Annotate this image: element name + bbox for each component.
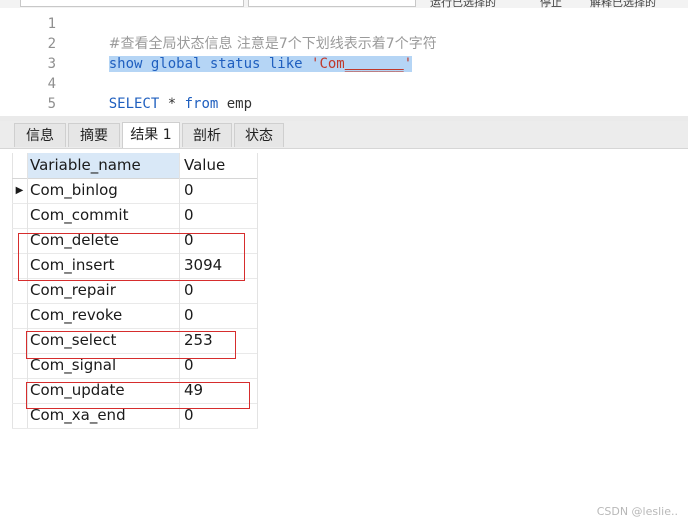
cell-variable-name[interactable]: Com_binlog (28, 178, 180, 203)
line-number: 3 (47, 56, 56, 72)
table-row[interactable]: Com_commit 0 (12, 203, 258, 229)
annotation-box-delete-insert (18, 233, 245, 281)
row-indicator (12, 278, 28, 303)
row-indicator (12, 203, 28, 228)
tab-summary[interactable]: 摘要 (68, 123, 120, 147)
cell-variable-name[interactable]: Com_repair (28, 278, 180, 303)
line-number: 1 (47, 16, 56, 32)
row-indicator (12, 303, 28, 328)
selected-text: show global status like 'Com_______' (108, 56, 413, 72)
code-line-2[interactable]: show global status like 'Com_______' (75, 34, 413, 72)
grid-header-row: Variable_name Value (12, 153, 258, 179)
current-row-marker-icon: ▶ (12, 178, 28, 203)
code-line-1[interactable]: #查看全局状态信息 注意是7个下划线表示着7个字符 (75, 14, 437, 52)
tab-status[interactable]: 状态 (234, 123, 284, 147)
row-indicator-header (12, 153, 28, 178)
result-tabs: 信息 摘要 结果 1 剖析 状态 (0, 121, 688, 149)
column-header-variable-name[interactable]: Variable_name (28, 153, 180, 178)
tab-result-1[interactable]: 结果 1 (122, 122, 180, 148)
toolbar-dropdown-2[interactable] (248, 0, 416, 7)
sql-keywords: show global status like (108, 56, 312, 72)
line-number: 5 (47, 96, 56, 112)
line-number: 2 (47, 36, 56, 52)
annotation-box-update (26, 382, 250, 409)
cell-value[interactable]: 0 (180, 303, 258, 328)
cell-value[interactable]: 0 (180, 203, 258, 228)
sql-operator: * (159, 96, 185, 112)
sql-editor[interactable]: 1 2 3 4 5 #查看全局状态信息 注意是7个下划线表示着7个字符 show… (0, 8, 688, 116)
table-row[interactable]: ▶ Com_binlog 0 (12, 178, 258, 204)
cell-variable-name[interactable]: Com_commit (28, 203, 180, 228)
table-row[interactable]: Com_revoke 0 (12, 303, 258, 329)
sql-keyword-from: from (184, 96, 219, 112)
toolbar-strip: 运行已选择的 停止 解释已选择的 (0, 0, 688, 9)
cell-variable-name[interactable]: Com_revoke (28, 303, 180, 328)
code-line-4[interactable]: SELECT * from emp (75, 74, 252, 112)
sql-string-end: ' (403, 56, 413, 72)
sql-keyword-select: SELECT (108, 96, 160, 112)
tab-info[interactable]: 信息 (14, 123, 66, 147)
table-row[interactable]: Com_repair 0 (12, 278, 258, 304)
tab-profile[interactable]: 剖析 (182, 123, 232, 147)
column-header-value[interactable]: Value (180, 153, 258, 178)
toolbar-dropdown-1[interactable] (20, 0, 244, 7)
line-number: 4 (47, 76, 56, 92)
cell-value[interactable]: 0 (180, 278, 258, 303)
sql-identifier: emp (218, 96, 253, 112)
sql-string: 'Com (311, 56, 345, 72)
cell-value[interactable]: 0 (180, 178, 258, 203)
watermark: CSDN @leslie.. (596, 505, 678, 518)
annotation-box-select (26, 331, 236, 359)
sql-string-underscores: _______ (344, 56, 404, 72)
